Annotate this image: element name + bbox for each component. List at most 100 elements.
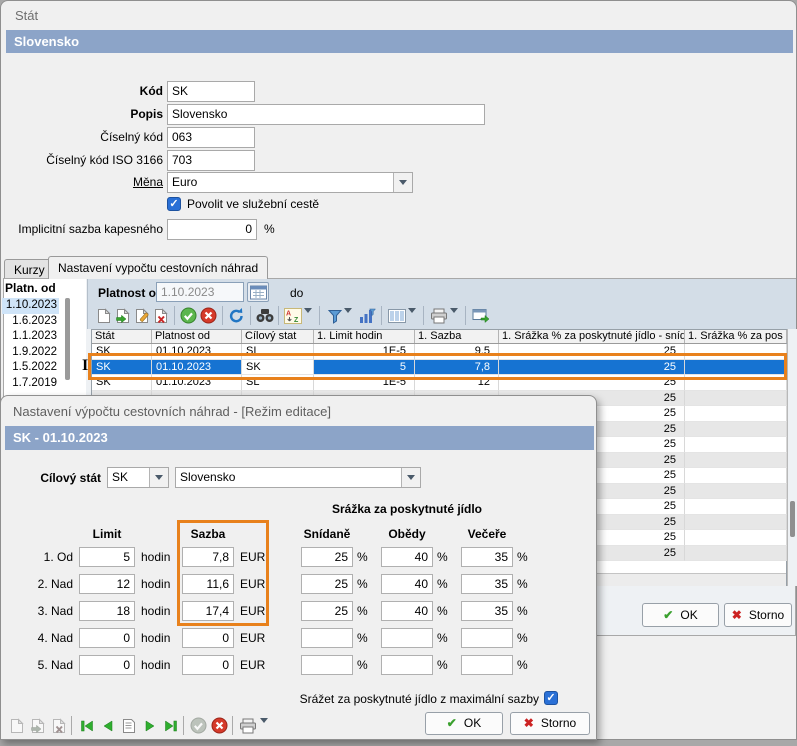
iso-kod-input[interactable]: 703: [167, 150, 255, 171]
table-cell: [685, 453, 787, 469]
chevron-down-icon[interactable]: [393, 173, 412, 192]
export-window-icon[interactable]: [471, 306, 490, 325]
table-row[interactable]: SK01.10.2023SI1E-59,525: [92, 344, 786, 360]
chevron-down-icon[interactable]: [149, 468, 168, 487]
filter-icon[interactable]: [325, 306, 344, 325]
record-list-icon[interactable]: [119, 716, 138, 735]
confirm-icon[interactable]: [189, 716, 208, 735]
edit-record-icon[interactable]: [132, 306, 151, 325]
dinner-percent-input[interactable]: 35: [461, 547, 513, 567]
first-record-icon[interactable]: [77, 716, 96, 735]
copy-record-icon[interactable]: [113, 306, 132, 325]
lunch-percent-input[interactable]: 40: [381, 601, 433, 621]
table-vertical-scrollbar[interactable]: [787, 329, 797, 586]
table-row[interactable]: SK01.10.2023SL1E-51225: [92, 375, 786, 391]
columns-icon[interactable]: [387, 306, 406, 325]
search-icon[interactable]: [255, 306, 274, 325]
limit-input[interactable]: 0: [79, 655, 135, 675]
confirm-icon[interactable]: [179, 306, 198, 325]
breakfast-percent-input[interactable]: [301, 655, 353, 675]
rate-input[interactable]: 11,6: [182, 574, 234, 594]
limit-input[interactable]: 12: [79, 574, 135, 594]
target-state-name-combo[interactable]: Slovensko: [175, 467, 421, 488]
rate-input[interactable]: 0: [182, 655, 234, 675]
print-icon[interactable]: [238, 716, 257, 735]
lunch-percent-input[interactable]: [381, 655, 433, 675]
column-header[interactable]: Platnost od: [152, 330, 242, 343]
print-dropdown-icon[interactable]: [450, 313, 458, 327]
column-header[interactable]: 1. Srážka % za pos: [685, 330, 787, 343]
ok-button[interactable]: ✔OK: [642, 603, 719, 627]
currency-combo[interactable]: Euro: [167, 172, 413, 193]
date-list-item[interactable]: 1.5.2022: [2, 360, 59, 376]
cancel-icon[interactable]: [210, 716, 229, 735]
allow-business-trip-checkbox[interactable]: ✓: [167, 197, 181, 211]
limit-input[interactable]: 18: [79, 601, 135, 621]
rate-input[interactable]: 0: [182, 628, 234, 648]
breakfast-percent-input[interactable]: 25: [301, 547, 353, 567]
tab-nastaveni-nahrad[interactable]: Nastavení vypočtu cestovních náhrad: [48, 256, 268, 279]
column-header[interactable]: 1. Sazba: [415, 330, 499, 343]
copy-record-icon[interactable]: [28, 716, 47, 735]
dinner-percent-input[interactable]: 35: [461, 601, 513, 621]
previous-record-icon[interactable]: [98, 716, 117, 735]
rate-input[interactable]: 17,4: [182, 601, 234, 621]
print-dropdown-icon[interactable]: [260, 723, 268, 737]
filter-dropdown-icon[interactable]: [344, 313, 352, 327]
lunch-percent-input[interactable]: 40: [381, 547, 433, 567]
pocket-rate-input[interactable]: 0: [167, 219, 257, 240]
cancel-icon[interactable]: [199, 306, 218, 325]
dialog-ok-button[interactable]: ✔OK: [425, 712, 503, 735]
dialog-storno-button[interactable]: ✖Storno: [510, 712, 590, 735]
target-state-code-combo[interactable]: SK: [107, 467, 169, 488]
ciselny-kod-input[interactable]: 063: [167, 127, 255, 148]
last-record-icon[interactable]: [161, 716, 180, 735]
new-record-icon[interactable]: [7, 716, 26, 735]
validity-from-input[interactable]: 1.10.2023: [156, 282, 244, 302]
list-scrollbar-thumb[interactable]: [65, 298, 70, 380]
delete-record-icon[interactable]: [151, 306, 170, 325]
column-header[interactable]: 1. Srážka % za poskytnuté jídlo - snídan…: [499, 330, 685, 343]
date-list-item[interactable]: 1.10.2023: [2, 298, 59, 314]
chevron-down-icon[interactable]: [401, 468, 420, 487]
max-rate-deduction-checkbox[interactable]: ✓: [544, 691, 558, 705]
new-record-icon[interactable]: [94, 306, 113, 325]
dinner-percent-input[interactable]: 35: [461, 574, 513, 594]
column-header[interactable]: 1. Limit hodin: [314, 330, 415, 343]
breakfast-percent-input[interactable]: [301, 628, 353, 648]
table-row[interactable]: SK01.10.2023SK57,825: [92, 360, 786, 376]
toolbar-separator: [381, 306, 382, 325]
sort-dropdown-icon[interactable]: [304, 313, 312, 327]
print-icon[interactable]: [429, 306, 448, 325]
refresh-icon[interactable]: [227, 306, 246, 325]
scrollbar-thumb[interactable]: [790, 501, 795, 537]
column-header[interactable]: Stát: [92, 330, 152, 343]
dinner-column-header: Večeře: [459, 527, 515, 541]
rate-input[interactable]: 7,8: [182, 547, 234, 567]
next-record-icon[interactable]: [140, 716, 159, 735]
popis-input[interactable]: Slovensko: [167, 104, 485, 125]
date-list-item[interactable]: 1.1.2023: [2, 329, 59, 345]
limit-input[interactable]: 5: [79, 547, 135, 567]
columns-dropdown-icon[interactable]: [408, 313, 416, 327]
delete-record-icon[interactable]: [49, 716, 68, 735]
lunch-percent-input[interactable]: 40: [381, 574, 433, 594]
sort-az-icon[interactable]: AZ: [283, 306, 302, 325]
kod-input[interactable]: SK: [167, 81, 255, 102]
percent-unit-label: %: [517, 658, 528, 672]
breakfast-percent-input[interactable]: 25: [301, 574, 353, 594]
dinner-percent-input[interactable]: [461, 655, 513, 675]
storno-button[interactable]: ✖Storno: [724, 603, 792, 627]
limit-input[interactable]: 0: [79, 628, 135, 648]
filter-values-icon[interactable]: [358, 306, 377, 325]
dinner-percent-input[interactable]: [461, 628, 513, 648]
column-header[interactable]: Cílový stat: [242, 330, 314, 343]
lunch-percent-input[interactable]: [381, 628, 433, 648]
date-list-item[interactable]: 1.6.2023: [2, 314, 59, 330]
breakfast-percent-input[interactable]: 25: [301, 601, 353, 621]
toolbar-separator: [232, 716, 233, 735]
date-list-item[interactable]: 1.7.2019: [2, 376, 59, 392]
calendar-button[interactable]: [247, 282, 269, 302]
date-list-item[interactable]: 1.9.2022: [2, 345, 59, 361]
currency-unit-label: EUR: [240, 577, 265, 591]
